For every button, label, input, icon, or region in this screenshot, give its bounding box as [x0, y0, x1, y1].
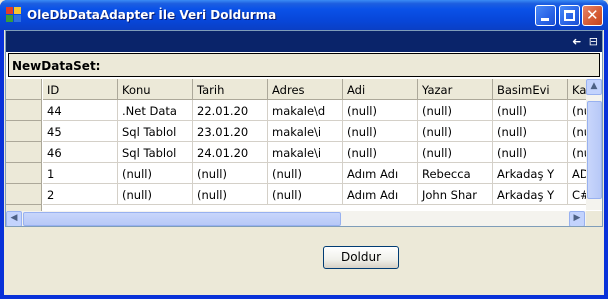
- scroll-left-arrow-icon[interactable]: ◀: [6, 211, 22, 226]
- row-header[interactable]: [6, 142, 42, 163]
- table-cell[interactable]: 46: [43, 142, 118, 163]
- row-header[interactable]: [6, 100, 42, 121]
- row-header[interactable]: [6, 163, 42, 184]
- app-window: OleDbDataAdapter İle Veri Doldurma ✕ ➜ ⊟…: [0, 0, 608, 299]
- scroll-up-arrow-icon[interactable]: ▲: [586, 79, 602, 95]
- table-cell[interactable]: (null): [268, 163, 343, 184]
- minimize-button[interactable]: [535, 5, 556, 26]
- scroll-corner: [586, 211, 602, 226]
- table-cell[interactable]: Sql Tablol: [118, 142, 193, 163]
- table-cell[interactable]: (null): [193, 163, 268, 184]
- table-cell[interactable]: 23.01.20: [193, 121, 268, 142]
- table-cell[interactable]: (null): [118, 184, 193, 205]
- table-cell[interactable]: .Net Data: [118, 100, 193, 121]
- table-cell[interactable]: (null): [418, 121, 493, 142]
- table-cell[interactable]: (null): [493, 121, 568, 142]
- table-cell[interactable]: Rebecca: [418, 163, 493, 184]
- column-header[interactable]: Tarih: [193, 79, 268, 100]
- table-cell[interactable]: 2: [43, 184, 118, 205]
- row-header[interactable]: [6, 184, 42, 205]
- table-cell[interactable]: (null): [343, 142, 418, 163]
- table-cell[interactable]: (null): [343, 100, 418, 121]
- minimize-icon: [541, 18, 549, 21]
- back-arrow-icon[interactable]: ➜: [572, 35, 581, 48]
- parent-rows-panel: NewDataSet:: [8, 53, 600, 77]
- table-cell[interactable]: Arkadaş Y: [493, 184, 568, 205]
- header-corner: [6, 79, 42, 100]
- column-header[interactable]: Adres: [268, 79, 343, 100]
- column-header[interactable]: Konu: [118, 79, 193, 100]
- table-cell[interactable]: (null): [493, 142, 568, 163]
- vertical-scrollbar[interactable]: ▲: [586, 79, 602, 210]
- table-cell[interactable]: (null): [418, 100, 493, 121]
- table-cell[interactable]: (null): [493, 100, 568, 121]
- table-cell[interactable]: John Shar: [418, 184, 493, 205]
- table-cell[interactable]: (null): [418, 142, 493, 163]
- table-cell[interactable]: 22.01.20: [193, 100, 268, 121]
- table-cell[interactable]: 1: [43, 163, 118, 184]
- scroll-right-arrow-icon[interactable]: ▶: [569, 211, 585, 226]
- show-parent-rows-icon[interactable]: ⊟: [589, 35, 598, 48]
- column-header[interactable]: ID: [43, 79, 118, 100]
- column-header[interactable]: BasimEvi: [493, 79, 568, 100]
- fill-button[interactable]: Doldur: [323, 246, 399, 269]
- data-grid[interactable]: ➜ ⊟ NewDataSet: ID Konu Tarih Adres Adi Yazar…: [5, 30, 603, 227]
- table-cell[interactable]: makale\i: [268, 142, 343, 163]
- table-cell[interactable]: (null): [343, 121, 418, 142]
- table-cell[interactable]: 45: [43, 121, 118, 142]
- table-cell[interactable]: Arkadaş Y: [493, 163, 568, 184]
- table-cell[interactable]: (null): [193, 184, 268, 205]
- table-cell[interactable]: makale\d: [268, 100, 343, 121]
- table-cell[interactable]: (null): [268, 184, 343, 205]
- row-header[interactable]: [6, 121, 42, 142]
- table-cell[interactable]: (null): [118, 163, 193, 184]
- close-button[interactable]: ✕: [582, 5, 603, 26]
- maximize-icon: [564, 10, 575, 21]
- vertical-scroll-thumb[interactable]: [587, 101, 602, 199]
- table-cell[interactable]: Sql Tablol: [118, 121, 193, 142]
- app-icon: [6, 7, 22, 23]
- table-cell[interactable]: Adım Adı: [343, 184, 418, 205]
- horizontal-scroll-thumb[interactable]: [23, 212, 341, 226]
- parent-rows-label: NewDataSet:: [12, 59, 101, 73]
- title-bar[interactable]: OleDbDataAdapter İle Veri Doldurma ✕: [0, 0, 608, 30]
- grid-caption: ➜ ⊟: [6, 31, 602, 52]
- table-cell[interactable]: makale\i: [268, 121, 343, 142]
- horizontal-scrollbar[interactable]: ◀ ▶: [6, 211, 602, 226]
- table-cell[interactable]: Adım Adı: [343, 163, 418, 184]
- table-cell[interactable]: 44: [43, 100, 118, 121]
- column-header[interactable]: Adi: [343, 79, 418, 100]
- table-cell[interactable]: 24.01.20: [193, 142, 268, 163]
- column-header[interactable]: Yazar: [418, 79, 493, 100]
- close-icon: ✕: [586, 6, 599, 24]
- client-area: ➜ ⊟ NewDataSet: ID Konu Tarih Adres Adi Yazar…: [4, 30, 604, 295]
- window-title: OleDbDataAdapter İle Veri Doldurma: [27, 8, 277, 22]
- maximize-button[interactable]: [559, 5, 580, 26]
